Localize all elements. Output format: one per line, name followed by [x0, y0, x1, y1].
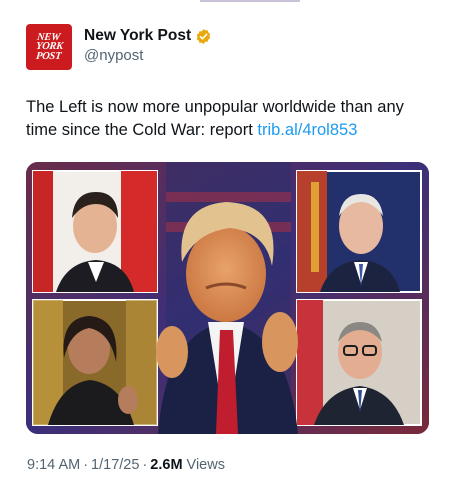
tweet-text: The Left is now more unpopular worldwide…: [26, 96, 436, 142]
avatar[interactable]: NEW YORK POST: [26, 24, 72, 70]
top-accent-bar: [200, 0, 300, 2]
tweet-time[interactable]: 9:14 AM: [27, 457, 80, 473]
panel-top-right: [296, 170, 422, 293]
verified-badge-icon: [196, 28, 211, 44]
tweet-link[interactable]: trib.al/4rol853: [257, 121, 357, 139]
tweet-header: NEW YORK POST New York Post @nypost: [26, 24, 212, 70]
panel-bottom-right: [296, 299, 422, 426]
tweet-date[interactable]: 1/17/25: [91, 457, 139, 473]
views-label: Views: [186, 457, 225, 473]
display-name[interactable]: New York Post: [84, 27, 191, 45]
meta-separator: ·: [83, 457, 89, 473]
views-count[interactable]: 2.6M: [150, 457, 182, 473]
name-row: New York Post: [84, 27, 212, 45]
logo-line-3: POST: [35, 50, 63, 62]
tweet-media-image[interactable]: [26, 162, 429, 434]
account-names: New York Post @nypost: [84, 24, 212, 64]
panel-bottom-left: [32, 299, 158, 426]
panel-top-left: [32, 170, 158, 293]
tweet-meta: 9:14 AM · 1/17/25 · 2.6M Views: [27, 457, 225, 473]
collage-graphic: [26, 162, 429, 434]
account-handle[interactable]: @nypost: [84, 47, 212, 64]
meta-separator: ·: [142, 457, 148, 473]
